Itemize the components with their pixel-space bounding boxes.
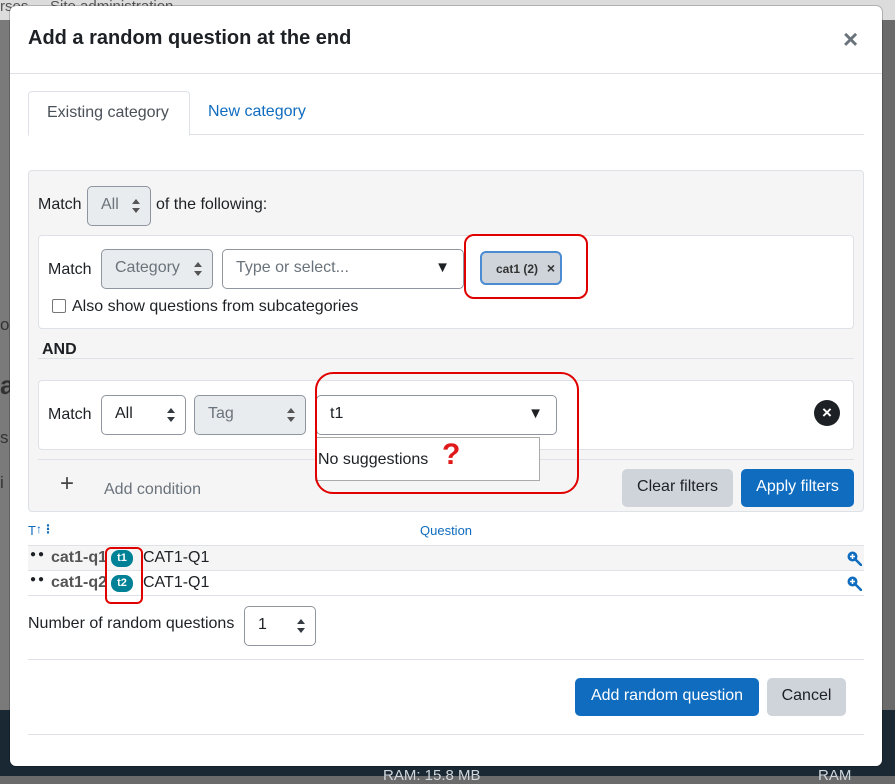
no-suggestions-text: No suggestions xyxy=(318,451,429,468)
dropdown-arrow-icon[interactable]: ▼ xyxy=(528,405,543,422)
background-fragment: o xyxy=(0,315,10,334)
tag-autocomplete-input[interactable]: t1 ▼ xyxy=(316,395,557,435)
match-join-value: All xyxy=(101,196,119,213)
number-of-questions-value: 1 xyxy=(258,616,267,633)
and-label: AND xyxy=(42,341,77,358)
question-table: ●● cat1-q1 t1 CAT1-Q1 ●● cat1-q2 t2 CAT1… xyxy=(28,545,864,596)
select-arrows-icon xyxy=(132,199,140,213)
sort-icon[interactable]: ↑⋮ xyxy=(36,522,54,536)
condition-match-label: Match xyxy=(48,406,92,423)
add-condition-plus-icon[interactable]: + xyxy=(60,470,74,498)
question-type-icon: ●● xyxy=(30,549,47,560)
tab-existing-category[interactable]: Existing category xyxy=(28,91,190,136)
and-separator: AND xyxy=(38,329,854,359)
condition-type-select[interactable]: Tag xyxy=(194,395,306,435)
question-column-header[interactable]: Question xyxy=(420,523,472,538)
question-name: cat1-q1 xyxy=(51,549,108,566)
tag-suggestions-dropdown: No suggestions xyxy=(315,437,540,481)
cancel-button[interactable]: Cancel xyxy=(767,678,846,716)
table-row: ●● cat1-q2 t2 CAT1-Q1 xyxy=(28,571,864,596)
condition-type-value: Category xyxy=(115,259,180,276)
subcategories-checkbox[interactable] xyxy=(52,299,66,313)
condition-type-select[interactable]: Category xyxy=(101,249,213,289)
condition-match-label: Match xyxy=(48,261,92,278)
preview-zoom-icon[interactable] xyxy=(846,575,862,591)
table-row: ●● cat1-q1 t1 CAT1-Q1 xyxy=(28,546,864,571)
tag-badge: t1 xyxy=(111,550,133,567)
question-name: cat1-q2 xyxy=(51,574,108,591)
add-condition-button[interactable]: Add condition xyxy=(104,481,201,499)
question-type-icon: ●● xyxy=(30,574,47,585)
add-random-question-button[interactable]: Add random question xyxy=(575,678,759,716)
category-input-placeholder: Type or select... xyxy=(236,259,349,276)
apply-filters-button[interactable]: Apply filters xyxy=(741,469,854,507)
modal-header: Add a random question at the end × xyxy=(10,6,882,74)
question-mark-annotation: ? xyxy=(442,438,461,471)
subcategories-label: Also show questions from subcategories xyxy=(72,298,359,315)
select-arrows-icon xyxy=(287,408,295,422)
category-chip[interactable]: cat1 (2) × xyxy=(480,251,562,285)
question-text: CAT1-Q1 xyxy=(143,574,210,591)
number-of-questions-select[interactable]: 1 xyxy=(244,606,316,646)
random-question-modal: Add a random question at the end × Exist… xyxy=(10,6,882,766)
category-tabs: Existing category New category xyxy=(28,91,864,136)
preview-zoom-icon[interactable] xyxy=(846,550,862,566)
tag-input-value: t1 xyxy=(330,405,344,422)
background-fragment: i xyxy=(0,473,4,492)
type-column-header[interactable]: T xyxy=(28,523,36,538)
number-of-questions-label: Number of random questions xyxy=(28,615,235,632)
of-following-label: of the following: xyxy=(156,196,268,213)
clear-filters-button[interactable]: Clear filters xyxy=(622,469,733,507)
divider xyxy=(28,734,864,735)
select-arrows-icon xyxy=(297,619,305,633)
question-text: CAT1-Q1 xyxy=(143,549,210,566)
chip-remove-icon[interactable]: × xyxy=(547,260,555,276)
match-label: Match xyxy=(38,196,82,213)
match-join-select[interactable]: All xyxy=(87,186,151,226)
select-arrows-icon xyxy=(194,262,202,276)
background-fragment: s xyxy=(0,428,9,447)
tag-match-select[interactable]: All xyxy=(101,395,186,435)
condition-type-value: Tag xyxy=(208,405,234,422)
tag-badge: t2 xyxy=(111,575,133,592)
select-arrows-icon xyxy=(167,408,175,422)
divider xyxy=(28,659,864,660)
category-autocomplete-input[interactable]: Type or select... ▼ xyxy=(222,249,464,289)
modal-title: Add a random question at the end xyxy=(28,27,352,49)
close-icon[interactable]: × xyxy=(843,26,858,52)
remove-condition-icon[interactable]: × xyxy=(814,400,840,426)
category-chip-label: cat1 (2) xyxy=(496,262,539,276)
dropdown-arrow-icon[interactable]: ▼ xyxy=(435,259,450,276)
tab-new-category[interactable]: New category xyxy=(190,91,324,135)
category-condition: Match Category Type or select... ▼ cat1 … xyxy=(38,235,854,329)
tag-match-value: All xyxy=(115,405,133,422)
